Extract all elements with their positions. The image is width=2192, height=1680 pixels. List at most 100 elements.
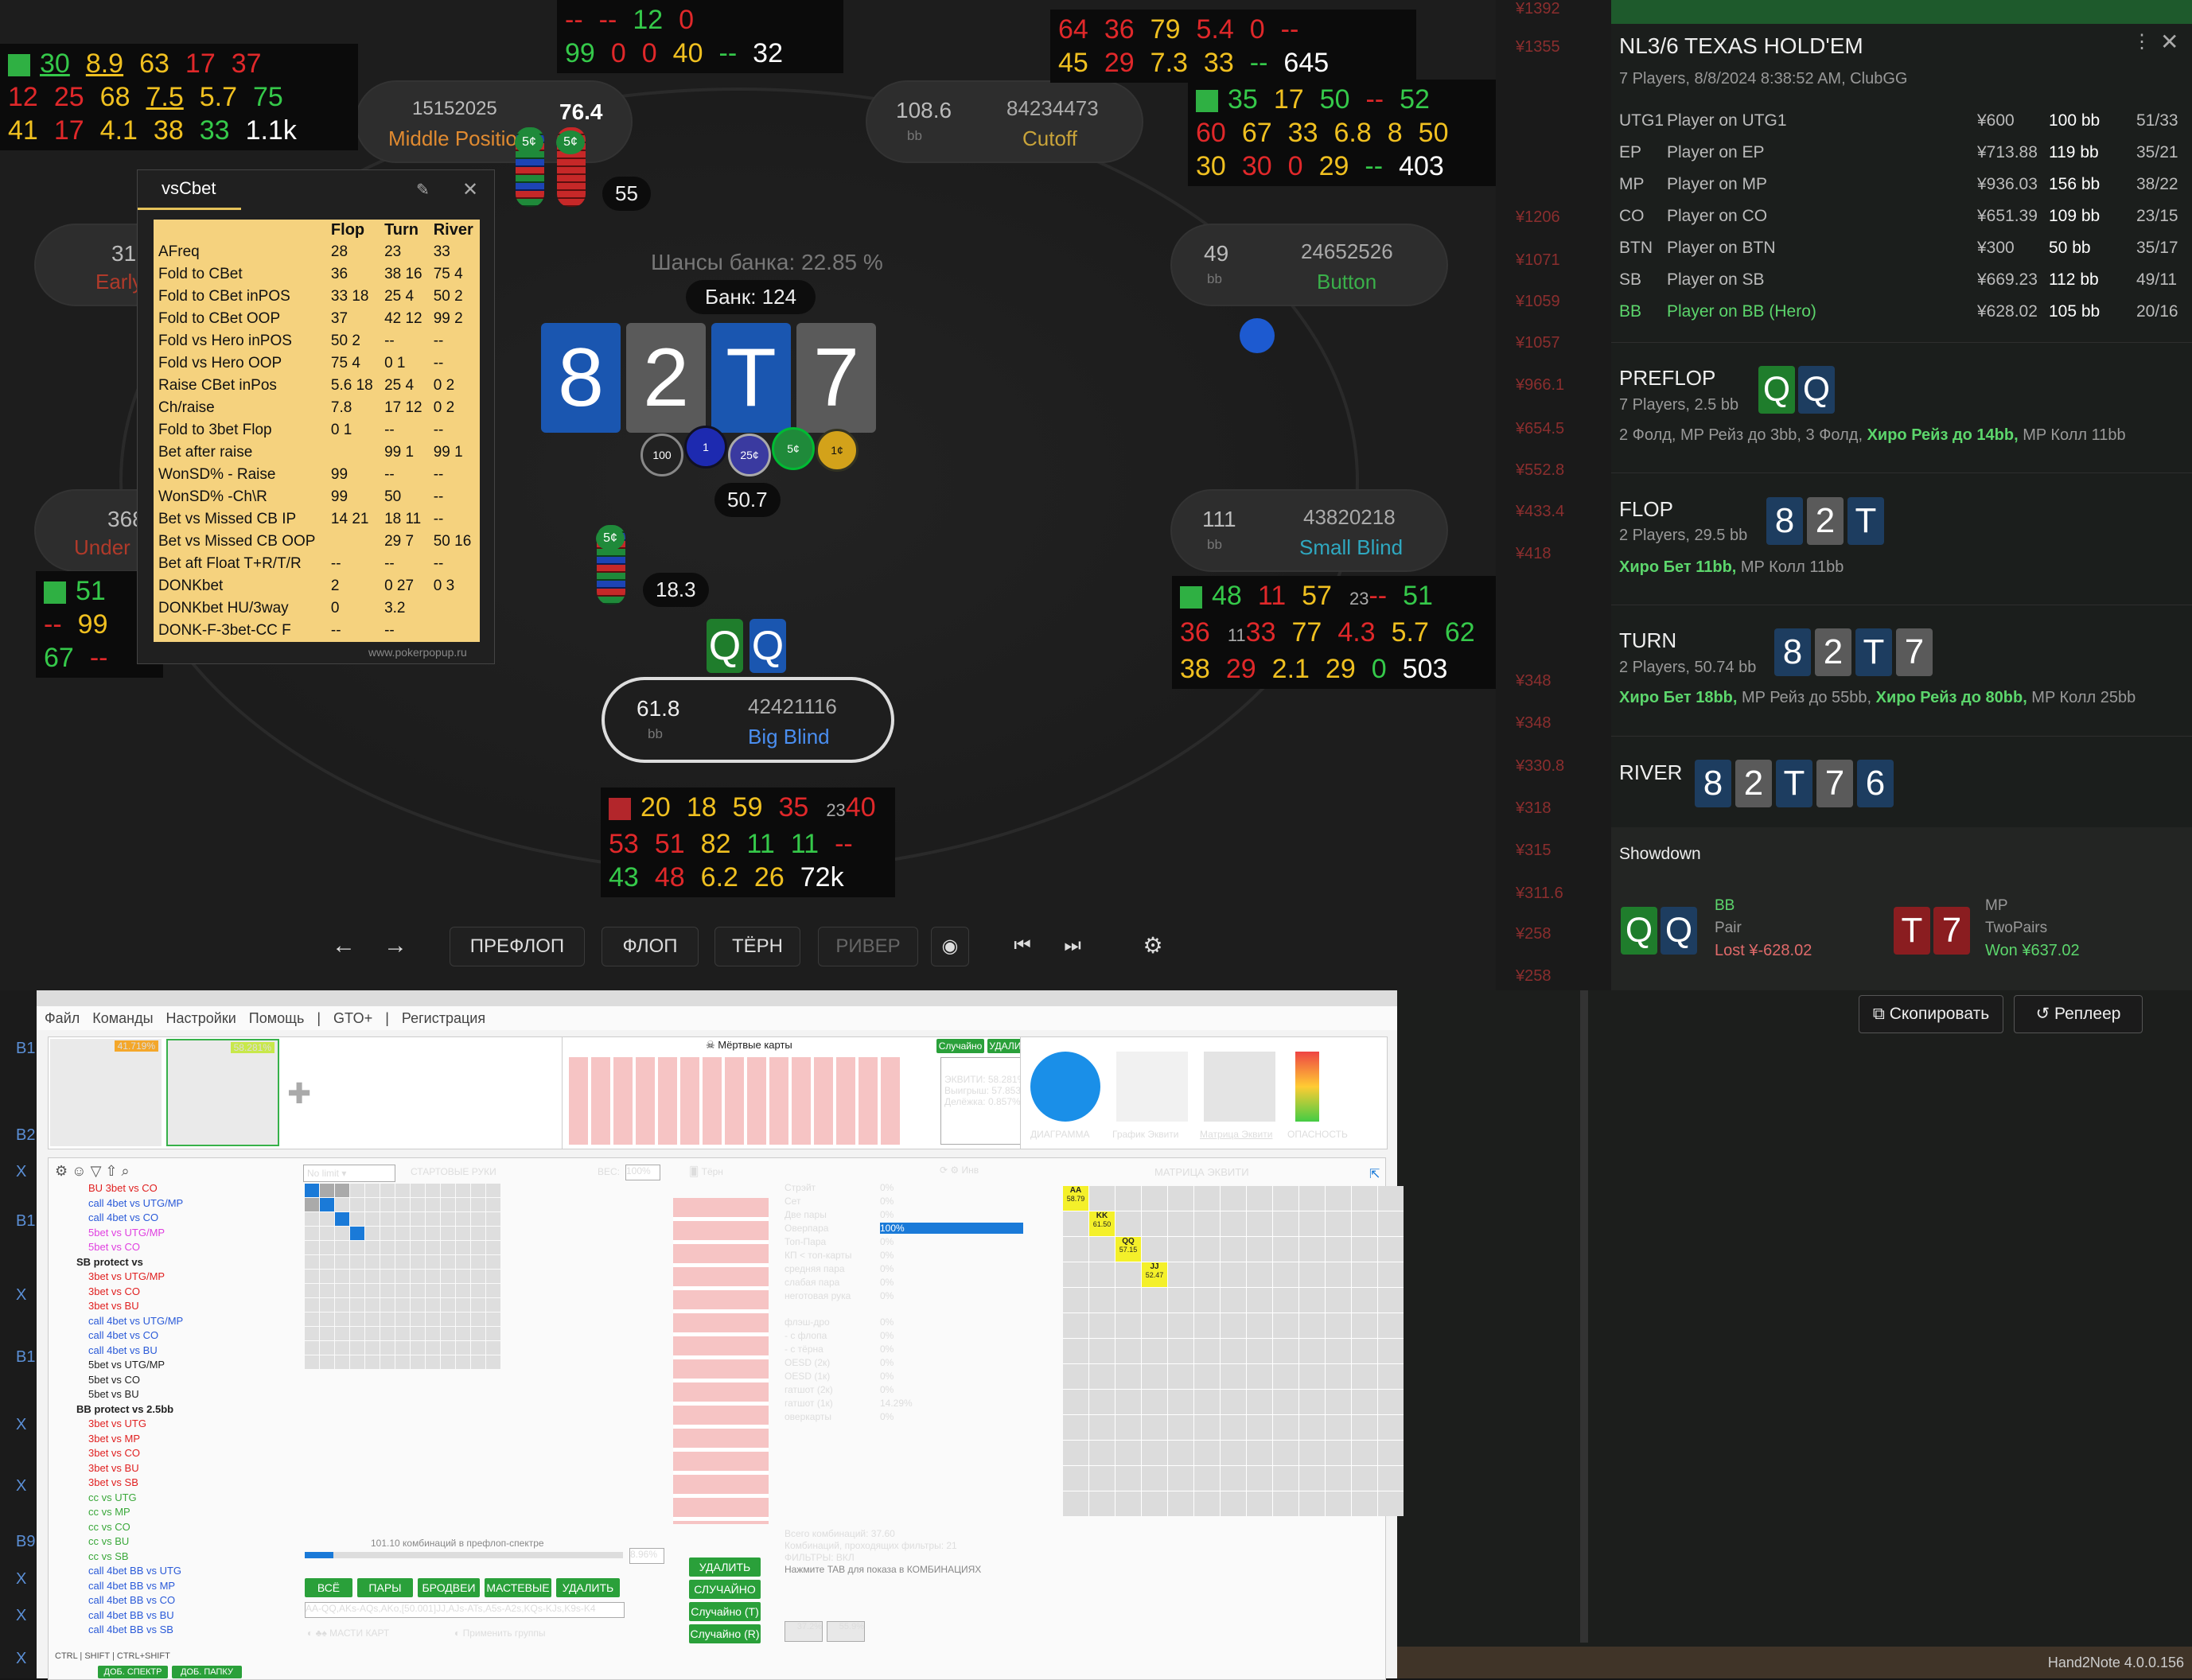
range-cell[interactable] xyxy=(411,1312,425,1326)
seat-big-blind-hero[interactable]: 61.8 bb 42421116 Big Blind xyxy=(605,680,891,760)
range-cell[interactable] xyxy=(320,1198,334,1211)
matrix-cell[interactable]: QQ 57.15 xyxy=(1115,1237,1141,1262)
range-cell[interactable] xyxy=(395,1241,410,1254)
matrix-cell[interactable] xyxy=(1115,1364,1141,1389)
close-icon[interactable]: ✕ xyxy=(2160,29,2178,55)
scrollbar[interactable] xyxy=(1580,990,1588,1643)
matrix-cell[interactable] xyxy=(1142,1491,1167,1516)
range-cell[interactable] xyxy=(411,1284,425,1297)
range-cell[interactable] xyxy=(441,1255,455,1269)
range-cell[interactable] xyxy=(395,1184,410,1197)
matrix-cell[interactable] xyxy=(1326,1339,1351,1363)
filter-row[interactable]: Две пары 0% xyxy=(785,1209,1047,1220)
matrix-cell[interactable] xyxy=(1115,1466,1141,1491)
range-cell[interactable] xyxy=(380,1227,395,1240)
range-cell[interactable] xyxy=(350,1284,364,1297)
tree-item[interactable]: 5bet vs CO xyxy=(88,1374,140,1386)
gear-icon[interactable]: ⚙ xyxy=(1135,927,1170,965)
matrix-cell[interactable] xyxy=(1352,1415,1377,1440)
turn-button[interactable]: ТЁРН xyxy=(714,927,800,966)
matrix-cell[interactable] xyxy=(1089,1237,1115,1262)
history-item[interactable]: ¥1355 xyxy=(1516,38,1560,56)
tree-item[interactable]: 3bet vs UTG/MP xyxy=(88,1270,165,1282)
matrix-cell[interactable] xyxy=(1352,1237,1377,1262)
range-cell[interactable] xyxy=(471,1212,485,1226)
range-cell[interactable] xyxy=(305,1312,319,1326)
matrix-cell[interactable] xyxy=(1221,1339,1246,1363)
pairs-button[interactable]: ПАРЫ xyxy=(357,1578,413,1597)
range-cell[interactable] xyxy=(350,1312,364,1326)
matrix-cell[interactable] xyxy=(1063,1491,1088,1516)
range-cell[interactable] xyxy=(320,1355,334,1369)
range-cell[interactable] xyxy=(441,1284,455,1297)
matrix-cell[interactable] xyxy=(1299,1390,1325,1414)
matrix-cell[interactable] xyxy=(1352,1288,1377,1312)
range-cell[interactable] xyxy=(380,1241,395,1254)
range-cell[interactable] xyxy=(395,1355,410,1369)
matrix-cell[interactable] xyxy=(1063,1466,1088,1491)
random-t-button[interactable]: Случайно (T) xyxy=(689,1602,761,1621)
range-cell[interactable] xyxy=(395,1198,410,1211)
range-cell[interactable] xyxy=(395,1341,410,1355)
range-cell[interactable] xyxy=(486,1241,500,1254)
history-item[interactable]: ¥258 xyxy=(1516,925,1552,943)
range-cell[interactable] xyxy=(411,1184,425,1197)
range-cell[interactable] xyxy=(350,1255,364,1269)
tree-folder[interactable]: SB protect vs xyxy=(76,1256,143,1268)
range-cell[interactable] xyxy=(350,1184,364,1197)
filter-row[interactable]: Топ-Пара 0% xyxy=(785,1236,1047,1247)
range-cell[interactable] xyxy=(456,1327,470,1340)
matrix-cell[interactable] xyxy=(1168,1237,1193,1262)
strip-item[interactable]: X xyxy=(16,1650,26,1668)
matrix-cell[interactable] xyxy=(1115,1313,1141,1338)
range-cell[interactable] xyxy=(335,1312,349,1326)
range-cell[interactable] xyxy=(471,1284,485,1297)
range-cell[interactable] xyxy=(456,1255,470,1269)
filters-on[interactable]: ФИЛЬТРЫ: ВКЛ xyxy=(785,1552,855,1563)
tree-item[interactable]: call 4bet vs CO xyxy=(88,1211,158,1223)
history-item[interactable]: ¥318 xyxy=(1516,799,1552,818)
hud-top-right[interactable]: 64 36 79 5.4 0 -- 45 29 7.3 33 -- 645 xyxy=(1050,10,1416,83)
filter-row[interactable]: OESD (2к) 0% xyxy=(785,1357,1047,1368)
history-item[interactable]: ¥433.4 xyxy=(1516,503,1564,521)
tree-item[interactable]: call 4bet BB vs MP xyxy=(88,1580,175,1592)
range-cell[interactable] xyxy=(411,1341,425,1355)
matrix-cell[interactable] xyxy=(1115,1415,1141,1440)
history-item[interactable]: ¥552.8 xyxy=(1516,461,1564,480)
range-cell[interactable] xyxy=(395,1327,410,1340)
equity-matrix[interactable]: AA 58.79 KK 61.50 QQ 57.15 JJ 52.47 xyxy=(1063,1186,1404,1516)
strip-item[interactable]: B1 xyxy=(16,1212,35,1231)
range-cell[interactable] xyxy=(486,1184,500,1197)
tree-folder[interactable]: BB protect vs 2.5bb xyxy=(76,1403,173,1415)
history-item[interactable]: ¥966.1 xyxy=(1516,376,1564,395)
matrix-cell[interactable] xyxy=(1326,1364,1351,1389)
skip-end-icon[interactable]: ⏭ xyxy=(1057,927,1088,965)
matrix-cell[interactable] xyxy=(1194,1339,1220,1363)
matrix-cell[interactable] xyxy=(1221,1262,1246,1287)
matrix-cell[interactable] xyxy=(1273,1211,1298,1236)
tree-item[interactable]: 5bet vs BU xyxy=(88,1388,139,1400)
range-cell[interactable] xyxy=(411,1270,425,1283)
dead-card-grid[interactable] xyxy=(569,1057,903,1145)
matrix-cell[interactable] xyxy=(1378,1390,1404,1414)
range-cell[interactable] xyxy=(456,1298,470,1312)
filter-row[interactable]: гатшот (1к) 14.29% xyxy=(785,1398,1047,1409)
filter-stat[interactable]: 55.9% xyxy=(827,1621,865,1642)
range-cell[interactable] xyxy=(350,1198,364,1211)
range-thumb-1[interactable]: 41.719% xyxy=(50,1039,162,1146)
range-cell[interactable] xyxy=(441,1212,455,1226)
range-cell[interactable] xyxy=(441,1184,455,1197)
range-cell[interactable] xyxy=(486,1198,500,1211)
range-cell[interactable] xyxy=(426,1355,440,1369)
matrix-cell[interactable] xyxy=(1352,1441,1377,1465)
tree-item[interactable]: 3bet vs SB xyxy=(88,1476,138,1488)
range-cell[interactable] xyxy=(335,1270,349,1283)
range-cell[interactable] xyxy=(426,1212,440,1226)
range-cell[interactable] xyxy=(441,1355,455,1369)
range-cell[interactable] xyxy=(456,1227,470,1240)
hud-cutoff[interactable]: 35 17 50 -- 52 60 67 33 6.8 8 50 30 30 0 29 -- 403 xyxy=(1188,80,1546,186)
matrix-cell[interactable] xyxy=(1115,1390,1141,1414)
filter-row[interactable]: средняя пара 0% xyxy=(785,1263,1047,1274)
range-cell[interactable] xyxy=(486,1341,500,1355)
history-item[interactable]: ¥418 xyxy=(1516,545,1552,563)
